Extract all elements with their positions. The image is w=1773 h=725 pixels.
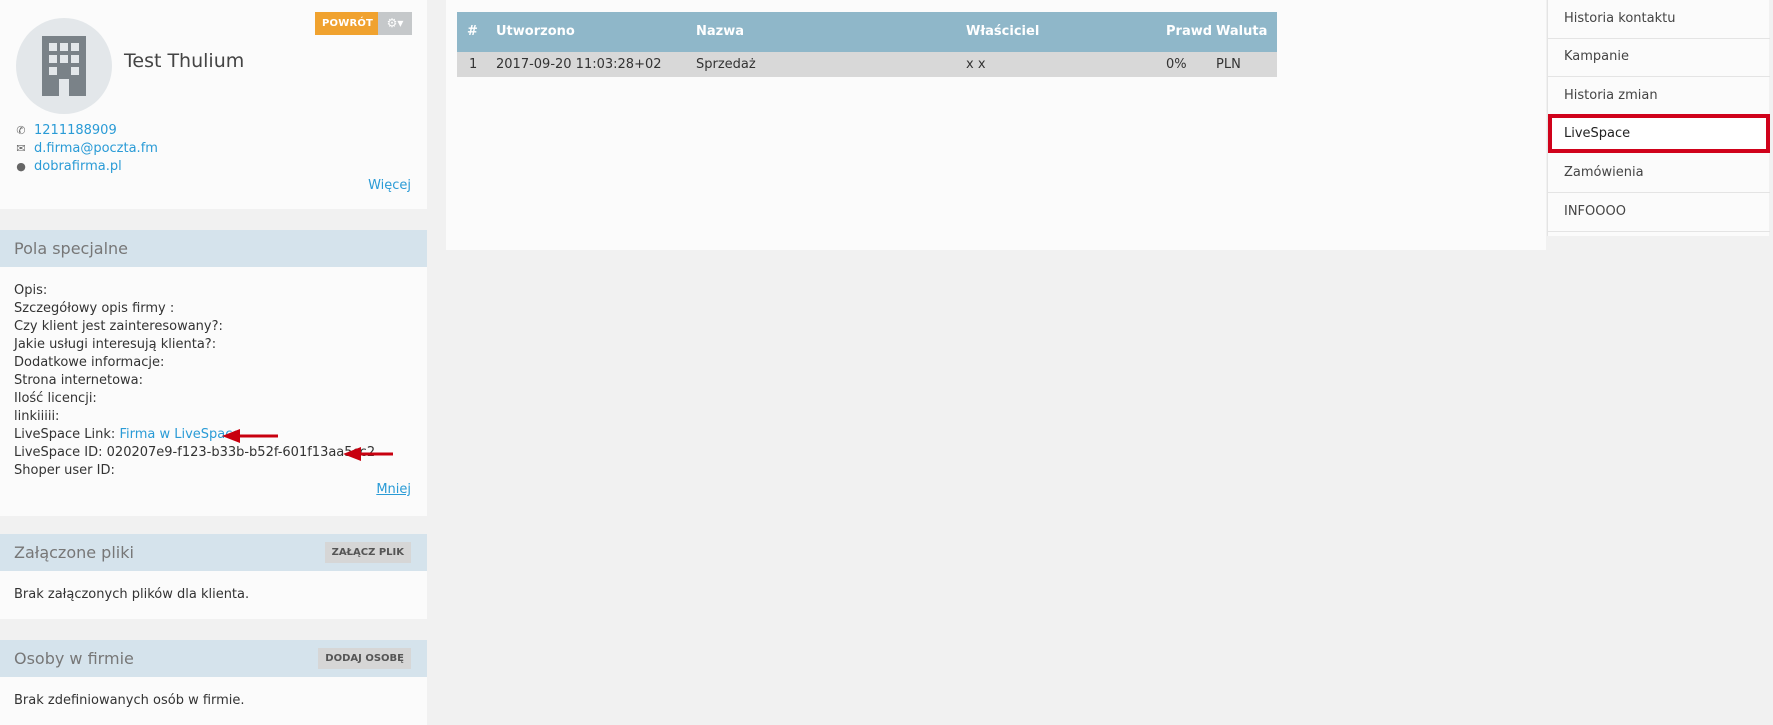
nav-item-kampanie[interactable]: Kampanie	[1548, 38, 1770, 77]
email-link[interactable]: d.firma@poczta.fm	[34, 141, 158, 156]
nav-item-zamowienia[interactable]: Zamówienia	[1548, 154, 1770, 193]
col-owner[interactable]: Właściciel	[966, 12, 1039, 52]
main-content: # Utworzono Nazwa Właściciel Prawd Walut…	[446, 0, 1546, 250]
phone-icon: ✆	[16, 124, 26, 137]
profile-card: Test Thulium POWRÓT ⚙▾ ✆ 1211188909 ✉ d.…	[0, 0, 427, 209]
deals-table: # Utworzono Nazwa Właściciel Prawd Walut…	[457, 12, 1277, 77]
right-nav: Historia kontaktu Kampanie Historia zmia…	[1547, 0, 1770, 236]
no-people-text: Brak zdefiniowanych osób w firmie.	[14, 693, 245, 708]
col-created[interactable]: Utworzono	[496, 12, 575, 52]
envelope-icon: ✉	[16, 142, 26, 155]
field-livespace-link: LiveSpace Link: Firma w LiveSpace	[14, 427, 240, 442]
people-title: Osoby w firmie	[14, 649, 134, 668]
row-currency: PLN	[1216, 57, 1241, 72]
more-link[interactable]: Więcej	[368, 178, 411, 193]
field-opis: Opis:	[14, 283, 48, 298]
table-row[interactable]: 1 2017-09-20 11:03:28+02 Sprzedaż x x 0%…	[457, 52, 1277, 77]
no-files-text: Brak załączonych plików dla klienta.	[14, 587, 250, 602]
field-licencje: Ilość licencji:	[14, 391, 97, 406]
nav-item-historia-zmian[interactable]: Historia zmian	[1548, 77, 1770, 116]
field-szczegolowy: Szczegółowy opis firmy :	[14, 301, 175, 316]
people-panel: Osoby w firmie DODAJ OSOBĘ Brak zdefinio…	[0, 640, 427, 725]
annotation-arrow-icon	[222, 429, 278, 443]
field-linki: linkiiiii:	[14, 409, 60, 424]
building-icon	[42, 36, 86, 96]
col-currency[interactable]: Waluta	[1216, 12, 1267, 52]
field-zainteresowany: Czy klient jest zainteresowany?:	[14, 319, 223, 334]
nav-item-infoooo[interactable]: INFOOOO	[1548, 193, 1770, 232]
col-probability[interactable]: Prawd	[1166, 12, 1212, 52]
nav-item-historia-kontaktu[interactable]: Historia kontaktu	[1548, 0, 1770, 39]
nav-item-livespace[interactable]: LiveSpace	[1548, 114, 1770, 153]
attached-files-panel: Załączone pliki ZAŁĄCZ PLIK Brak załączo…	[0, 534, 427, 619]
special-fields-panel: Pola specjalne Opis: Szczegółowy opis fi…	[0, 230, 427, 516]
row-created: 2017-09-20 11:03:28+02	[496, 57, 662, 72]
table-header: # Utworzono Nazwa Właściciel Prawd Walut…	[457, 12, 1277, 52]
annotation-arrow-icon	[343, 447, 393, 461]
less-link[interactable]: Mniej	[376, 482, 411, 497]
field-strona: Strona internetowa:	[14, 373, 144, 388]
globe-icon: ●	[16, 160, 26, 173]
row-name: Sprzedaż	[696, 57, 756, 72]
add-person-button[interactable]: DODAJ OSOBĘ	[318, 648, 411, 669]
field-dodatkowe: Dodatkowe informacje:	[14, 355, 165, 370]
settings-dropdown-button[interactable]: ⚙▾	[378, 12, 412, 35]
company-avatar	[16, 18, 112, 114]
back-button[interactable]: POWRÓT	[315, 12, 381, 35]
company-name: Test Thulium	[124, 50, 245, 72]
attached-files-header: Załączone pliki ZAŁĄCZ PLIK	[0, 534, 427, 571]
left-column: Test Thulium POWRÓT ⚙▾ ✆ 1211188909 ✉ d.…	[0, 0, 427, 725]
field-shoper: Shoper user ID:	[14, 463, 115, 478]
row-probability: 0%	[1166, 57, 1187, 72]
field-livespace-id: LiveSpace ID: 020207e9-f123-b33b-b52f-60…	[14, 445, 376, 460]
attached-files-title: Załączone pliki	[14, 543, 134, 562]
row-num: 1	[469, 57, 478, 72]
row-owner: x x	[966, 57, 986, 72]
people-header: Osoby w firmie DODAJ OSOBĘ	[0, 640, 427, 677]
field-uslugi: Jakie usługi interesują klienta?:	[14, 337, 217, 352]
col-num[interactable]: #	[467, 12, 478, 52]
special-fields-title: Pola specjalne	[0, 230, 427, 267]
attach-file-button[interactable]: ZAŁĄCZ PLIK	[324, 542, 411, 563]
phone-link[interactable]: 1211188909	[34, 123, 117, 138]
livespace-link-label: LiveSpace Link:	[14, 427, 116, 442]
website-link[interactable]: dobrafirma.pl	[34, 159, 122, 174]
col-name[interactable]: Nazwa	[696, 12, 744, 52]
